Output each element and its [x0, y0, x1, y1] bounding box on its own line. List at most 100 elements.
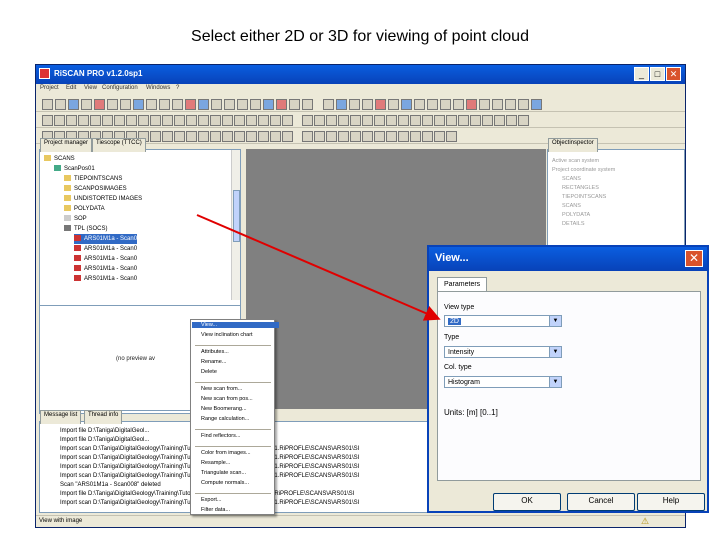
toolbar-button-icon[interactable]	[263, 99, 274, 110]
toolbar-button-icon[interactable]	[246, 115, 257, 126]
context-menu-item[interactable]: Attributes...	[201, 349, 229, 355]
app-titlebar[interactable]: RiSCAN PRO v1.2.0sp1 _ □ ✕	[36, 65, 685, 84]
tree-item[interactable]: ARS01M1a - Scan0	[74, 244, 137, 254]
toolbar-button-icon[interactable]	[246, 131, 257, 142]
minimize-button[interactable]: _	[634, 67, 649, 81]
toolbar-button-icon[interactable]	[362, 131, 373, 142]
toolbar-button-icon[interactable]	[466, 99, 477, 110]
toolbar-button-icon[interactable]	[427, 99, 438, 110]
toolbar-button-icon[interactable]	[410, 131, 421, 142]
color-type-select[interactable]: Histogram ▼	[444, 376, 562, 388]
toolbar-button-icon[interactable]	[492, 99, 503, 110]
tree-item[interactable]: TPL (SOCS)	[64, 224, 107, 234]
toolbar-button-icon[interactable]	[250, 99, 261, 110]
tree-item[interactable]: ARS01M1a - Scan0	[74, 234, 138, 244]
tree-item[interactable]: ARS01M1a - Scan0	[74, 254, 137, 264]
toolbar-button-icon[interactable]	[162, 115, 173, 126]
toolbar-button-icon[interactable]	[270, 115, 281, 126]
toolbar-button-icon[interactable]	[276, 99, 287, 110]
toolbar-button-icon[interactable]	[150, 115, 161, 126]
toolbar-button-icon[interactable]	[350, 131, 361, 142]
context-menu-item[interactable]: Find reflectors...	[201, 433, 240, 439]
object-inspector-row[interactable]: SCANS	[562, 176, 581, 182]
tab-message-list[interactable]: Message list	[40, 410, 82, 424]
toolbar-button-icon[interactable]	[388, 99, 399, 110]
toolbar-button-icon[interactable]	[470, 115, 481, 126]
toolbar-button-icon[interactable]	[224, 99, 235, 110]
type-select[interactable]: Intensity ▼	[444, 346, 562, 358]
tree-item[interactable]: ARS01M1a - Scan0	[74, 264, 137, 274]
dialog-titlebar[interactable]: View... ✕	[429, 247, 707, 271]
toolbar-button-icon[interactable]	[314, 115, 325, 126]
tab-project-manager[interactable]: Project manager	[40, 138, 93, 152]
context-menu-item[interactable]: Color from images...	[201, 450, 251, 456]
tree-item[interactable]: ARS01M1a - Scan0	[74, 274, 137, 284]
toolbar-button-icon[interactable]	[237, 99, 248, 110]
toolbar-button-icon[interactable]	[518, 99, 529, 110]
toolbar-button-icon[interactable]	[302, 115, 313, 126]
toolbar-button-icon[interactable]	[350, 115, 361, 126]
toolbar-button-icon[interactable]	[185, 99, 196, 110]
dialog-close-icon[interactable]: ✕	[685, 250, 703, 267]
toolbar-button-icon[interactable]	[302, 99, 313, 110]
toolbar-button-icon[interactable]	[362, 115, 373, 126]
toolbar-button-icon[interactable]	[398, 115, 409, 126]
toolbar-button-icon[interactable]	[55, 99, 66, 110]
object-inspector-row[interactable]: Active scan system	[552, 158, 599, 164]
toolbar-button-icon[interactable]	[198, 115, 209, 126]
toolbar-button-icon[interactable]	[434, 115, 445, 126]
tab-object-inspector[interactable]: Objectinspector	[548, 138, 598, 152]
context-menu-item[interactable]: Compute normals...	[201, 480, 249, 486]
object-inspector-row[interactable]: SCANS	[562, 203, 581, 209]
context-menu-item[interactable]: View...	[192, 322, 279, 328]
menu-project[interactable]: Project	[40, 85, 59, 91]
toolbar-button-icon[interactable]	[434, 131, 445, 142]
toolbar-button-icon[interactable]	[482, 115, 493, 126]
toolbar-button-icon[interactable]	[374, 131, 385, 142]
chevron-down-icon[interactable]: ▼	[549, 316, 561, 326]
object-inspector-row[interactable]: POLYDATA	[562, 212, 590, 218]
toolbar-button-icon[interactable]	[374, 115, 385, 126]
toolbar-button-icon[interactable]	[270, 131, 281, 142]
toolbar-button-icon[interactable]	[90, 115, 101, 126]
toolbar-button-icon[interactable]	[94, 99, 105, 110]
context-menu-item[interactable]: New scan from...	[201, 386, 242, 392]
toolbar-button-icon[interactable]	[338, 115, 349, 126]
toolbar-button-icon[interactable]	[414, 99, 425, 110]
tree-scrollbar[interactable]	[231, 150, 240, 300]
menu-windows[interactable]: Windows	[146, 85, 170, 91]
toolbar-button-icon[interactable]	[120, 99, 131, 110]
toolbar-button-icon[interactable]	[531, 99, 542, 110]
toolbar-button-icon[interactable]	[289, 99, 300, 110]
toolbar-button-icon[interactable]	[398, 131, 409, 142]
object-inspector-row[interactable]: RECTANGLES	[562, 185, 599, 191]
menu-help[interactable]: ?	[176, 85, 179, 91]
toolbar-button-icon[interactable]	[362, 99, 373, 110]
toolbar-button-icon[interactable]	[222, 115, 233, 126]
cancel-button[interactable]: Cancel	[567, 493, 635, 511]
context-menu-item[interactable]: Rename...	[201, 359, 226, 365]
toolbar-button-icon[interactable]	[401, 99, 412, 110]
maximize-button[interactable]: □	[650, 67, 665, 81]
chevron-down-icon[interactable]: ▼	[549, 347, 561, 357]
toolbar-button-icon[interactable]	[338, 131, 349, 142]
toolbar-button-icon[interactable]	[146, 99, 157, 110]
toolbar-button-icon[interactable]	[159, 99, 170, 110]
context-menu-item[interactable]: View inclination chart	[201, 332, 253, 338]
toolbar-button-icon[interactable]	[42, 115, 53, 126]
tab-tiescope[interactable]: Tiescope (TTCC)	[92, 138, 146, 152]
context-menu-item[interactable]: New Boomerang...	[201, 406, 247, 412]
toolbar-button-icon[interactable]	[453, 99, 464, 110]
toolbar-button-icon[interactable]	[198, 131, 209, 142]
close-button[interactable]: ✕	[666, 67, 681, 81]
toolbar-button-icon[interactable]	[222, 131, 233, 142]
context-menu-item[interactable]: Triangulate scan...	[201, 470, 246, 476]
help-button[interactable]: Help	[637, 493, 705, 511]
toolbar-button-icon[interactable]	[326, 131, 337, 142]
toolbar-button-icon[interactable]	[446, 131, 457, 142]
object-inspector-row[interactable]: DETAILS	[562, 221, 585, 227]
toolbar-button-icon[interactable]	[107, 99, 118, 110]
context-menu-item[interactable]: Range calculation...	[201, 416, 249, 422]
toolbar-button-icon[interactable]	[186, 131, 197, 142]
context-menu-item[interactable]: Delete	[201, 369, 217, 375]
